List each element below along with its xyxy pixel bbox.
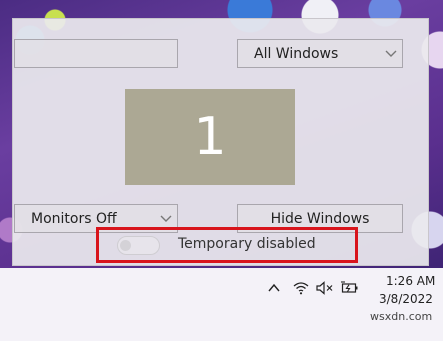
clock-date[interactable]: 3/8/2022 xyxy=(379,292,433,306)
windows-scope-dropdown[interactable]: All Windows xyxy=(237,39,403,68)
chevron-up-icon[interactable] xyxy=(268,283,280,293)
chevron-down-icon xyxy=(159,212,173,226)
windows-scope-dropdown-value: All Windows xyxy=(254,45,339,62)
chevron-down-icon xyxy=(384,47,398,61)
monitor-number: 1 xyxy=(193,107,227,167)
left-top-field[interactable] xyxy=(14,39,178,68)
wifi-icon[interactable] xyxy=(293,281,309,295)
monitor-number-tile[interactable]: 1 xyxy=(125,89,295,185)
volume-muted-icon[interactable] xyxy=(316,281,334,295)
taskbar xyxy=(0,268,443,341)
red-highlight-box xyxy=(96,227,358,263)
clock-time[interactable]: 1:26 AM xyxy=(386,274,435,288)
watermark-text: wsxdn.com xyxy=(370,310,433,323)
hide-windows-button-label: Hide Windows xyxy=(270,210,370,227)
monitor-action-dropdown-value: Monitors Off xyxy=(31,210,117,227)
battery-charging-icon[interactable] xyxy=(341,281,359,295)
